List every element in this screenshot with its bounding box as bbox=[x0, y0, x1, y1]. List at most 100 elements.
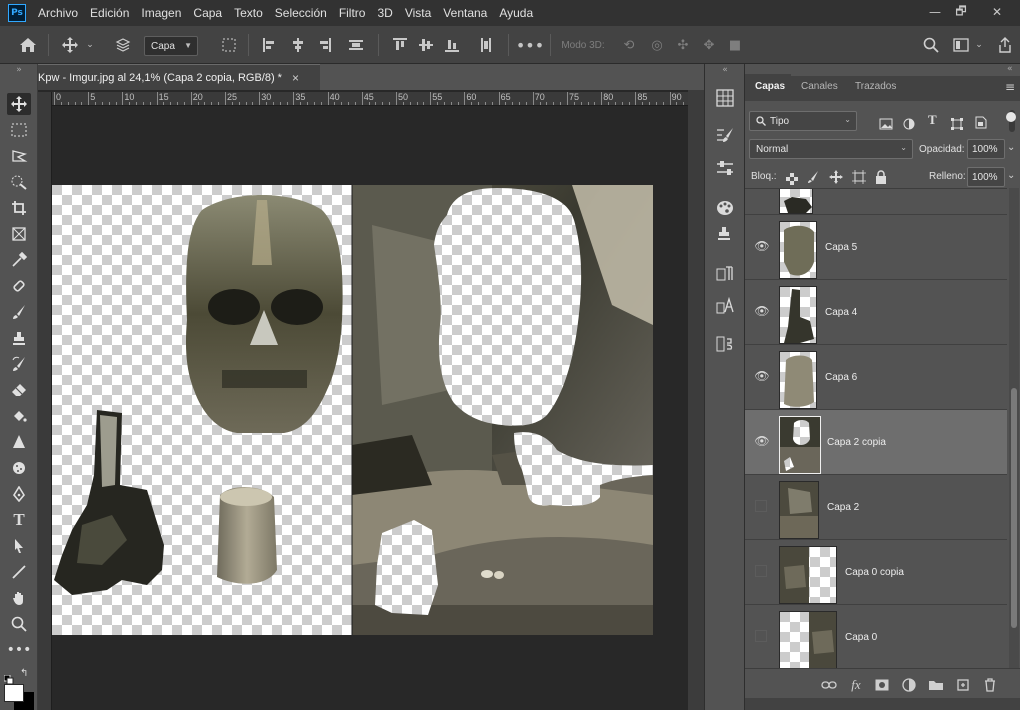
photoshop-logo[interactable]: Ps bbox=[8, 4, 26, 22]
healing-brush-tool-icon[interactable] bbox=[7, 275, 31, 297]
eyedropper-tool-icon[interactable] bbox=[7, 249, 31, 271]
clone-stamp-tool-icon[interactable] bbox=[7, 327, 31, 349]
visibility-toggle-off[interactable] bbox=[755, 500, 767, 512]
layers-scrollbar[interactable] bbox=[1009, 188, 1019, 668]
layer-row[interactable]: Capa 0 bbox=[745, 604, 1007, 668]
auto-select-icon[interactable] bbox=[112, 36, 134, 54]
layer-row[interactable]: Capa 2 bbox=[745, 474, 1007, 539]
chevron-down-icon[interactable]: ⌄ bbox=[1007, 142, 1015, 153]
visibility-toggle-off[interactable] bbox=[755, 630, 767, 642]
zoom-tool-icon[interactable] bbox=[7, 613, 31, 635]
filter-type-icon[interactable]: T bbox=[928, 112, 940, 127]
layer-name[interactable]: Capa 2 bbox=[827, 502, 859, 513]
close-window-button[interactable]: ✕ bbox=[984, 2, 1010, 22]
align-bottom-icon[interactable] bbox=[442, 36, 462, 54]
menu-capa[interactable]: Capa bbox=[193, 6, 222, 20]
menu-imagen[interactable]: Imagen bbox=[141, 6, 181, 20]
frame-tool-icon[interactable] bbox=[7, 223, 31, 245]
layer-name[interactable]: Capa 4 bbox=[825, 307, 857, 318]
delete-layer-icon[interactable] bbox=[980, 676, 1000, 694]
move-tool-icon[interactable] bbox=[7, 93, 31, 115]
hand-tool-icon[interactable] bbox=[7, 587, 31, 609]
layer-row[interactable]: Capa 0 copia bbox=[745, 539, 1007, 604]
marquee-tool-icon[interactable] bbox=[7, 119, 31, 141]
sponge-tool-icon[interactable] bbox=[7, 457, 31, 479]
character-panel-icon[interactable] bbox=[715, 296, 735, 316]
layer-row[interactable]: 👁 Capa 6 bbox=[745, 344, 1007, 409]
histogram-panel-icon[interactable] bbox=[715, 88, 735, 108]
menu-ayuda[interactable]: Ayuda bbox=[499, 6, 533, 20]
layer-name[interactable]: Capa 0 bbox=[845, 632, 877, 643]
move-tool-icon[interactable] bbox=[58, 36, 82, 54]
filter-pixel-icon[interactable] bbox=[879, 115, 893, 130]
image-canvas[interactable] bbox=[52, 185, 653, 635]
layer-effects-icon[interactable]: fx bbox=[846, 676, 866, 694]
layer-name[interactable]: Capa 2 copia bbox=[827, 437, 886, 448]
distribute-icon[interactable] bbox=[346, 36, 366, 54]
share-icon[interactable] bbox=[994, 36, 1016, 54]
menu-texto[interactable]: Texto bbox=[234, 6, 263, 20]
line-tool-icon[interactable] bbox=[7, 561, 31, 583]
fill-input[interactable]: 100% bbox=[967, 167, 1005, 187]
align-center-icon[interactable] bbox=[288, 36, 308, 54]
crop-tool-icon[interactable] bbox=[7, 197, 31, 219]
paint-bucket-tool-icon[interactable] bbox=[7, 405, 31, 427]
brush-settings-icon[interactable] bbox=[715, 126, 735, 146]
collapse-tools-icon[interactable]: » bbox=[7, 64, 31, 76]
lock-all-icon[interactable] bbox=[875, 169, 887, 184]
align-top-icon[interactable] bbox=[390, 36, 410, 54]
restore-button[interactable]: 🗗 bbox=[948, 2, 974, 22]
layer-mask-icon[interactable] bbox=[872, 676, 892, 694]
chevron-down-icon[interactable]: ⌄ bbox=[1007, 170, 1015, 181]
menu-archivo[interactable]: Archivo bbox=[38, 6, 78, 20]
lasso-tool-icon[interactable] bbox=[7, 145, 31, 167]
lock-position-icon[interactable] bbox=[829, 169, 843, 184]
filter-smart-object-icon[interactable] bbox=[975, 114, 987, 129]
paragraph-panel-icon[interactable] bbox=[715, 264, 735, 284]
pen-tool-icon[interactable] bbox=[7, 483, 31, 505]
brush-tool-icon[interactable] bbox=[7, 301, 31, 323]
sharpen-tool-icon[interactable] bbox=[7, 431, 31, 453]
adjustments-panel-icon[interactable] bbox=[715, 158, 735, 178]
layer-name[interactable]: Capa 0 copia bbox=[845, 567, 904, 578]
auto-select-dropdown[interactable]: Capa ▼ bbox=[144, 36, 198, 56]
align-middle-icon[interactable] bbox=[416, 36, 436, 54]
vertical-scrollbar[interactable] bbox=[688, 90, 704, 710]
properties-panel-icon[interactable] bbox=[715, 334, 735, 354]
distribute-vertical-icon[interactable] bbox=[476, 36, 496, 54]
eraser-tool-icon[interactable] bbox=[7, 379, 31, 401]
menu-filtro[interactable]: Filtro bbox=[339, 6, 366, 20]
layer-name[interactable]: Capa 6 bbox=[825, 372, 857, 383]
menu-vista[interactable]: Vista bbox=[405, 6, 431, 20]
layer-row[interactable]: 👁 Capa 5 bbox=[745, 214, 1007, 279]
panel-menu-icon[interactable]: ≡ bbox=[1005, 80, 1015, 94]
swatches-panel-icon[interactable] bbox=[715, 198, 735, 218]
path-selection-tool-icon[interactable] bbox=[7, 535, 31, 557]
collapse-left-icon[interactable]: « bbox=[719, 64, 731, 76]
menu-ventana[interactable]: Ventana bbox=[443, 6, 487, 20]
eye-icon[interactable]: 👁 bbox=[753, 237, 771, 255]
quick-selection-tool-icon[interactable] bbox=[7, 171, 31, 193]
tab-canales[interactable]: Canales bbox=[801, 81, 838, 92]
visibility-toggle-off[interactable] bbox=[755, 565, 767, 577]
swap-colors-icon[interactable]: ↰ bbox=[20, 668, 32, 680]
tab-trazados[interactable]: Trazados bbox=[855, 81, 896, 92]
link-layers-icon[interactable] bbox=[819, 676, 839, 694]
foreground-color-swatch[interactable] bbox=[4, 684, 24, 702]
tab-capas[interactable]: Capas bbox=[755, 81, 785, 92]
default-colors-icon[interactable] bbox=[3, 670, 14, 685]
search-icon[interactable] bbox=[920, 36, 942, 54]
adjustment-layer-icon[interactable] bbox=[899, 676, 919, 694]
eye-icon[interactable]: 👁 bbox=[753, 432, 771, 450]
lock-image-pixels-icon[interactable] bbox=[807, 169, 819, 183]
home-icon[interactable] bbox=[16, 36, 40, 54]
type-tool-icon[interactable]: T bbox=[7, 509, 31, 531]
layer-row-partial[interactable] bbox=[745, 189, 1007, 214]
eye-icon[interactable]: 👁 bbox=[753, 367, 771, 385]
eye-icon[interactable]: 👁 bbox=[753, 302, 771, 320]
menu-edicion[interactable]: Edición bbox=[90, 6, 129, 20]
menu-seleccion[interactable]: Selección bbox=[275, 6, 327, 20]
opacity-input[interactable]: 100% bbox=[967, 139, 1005, 159]
blend-mode-dropdown[interactable]: Normal ⌄ bbox=[749, 139, 913, 159]
workspace-icon[interactable] bbox=[950, 36, 972, 54]
